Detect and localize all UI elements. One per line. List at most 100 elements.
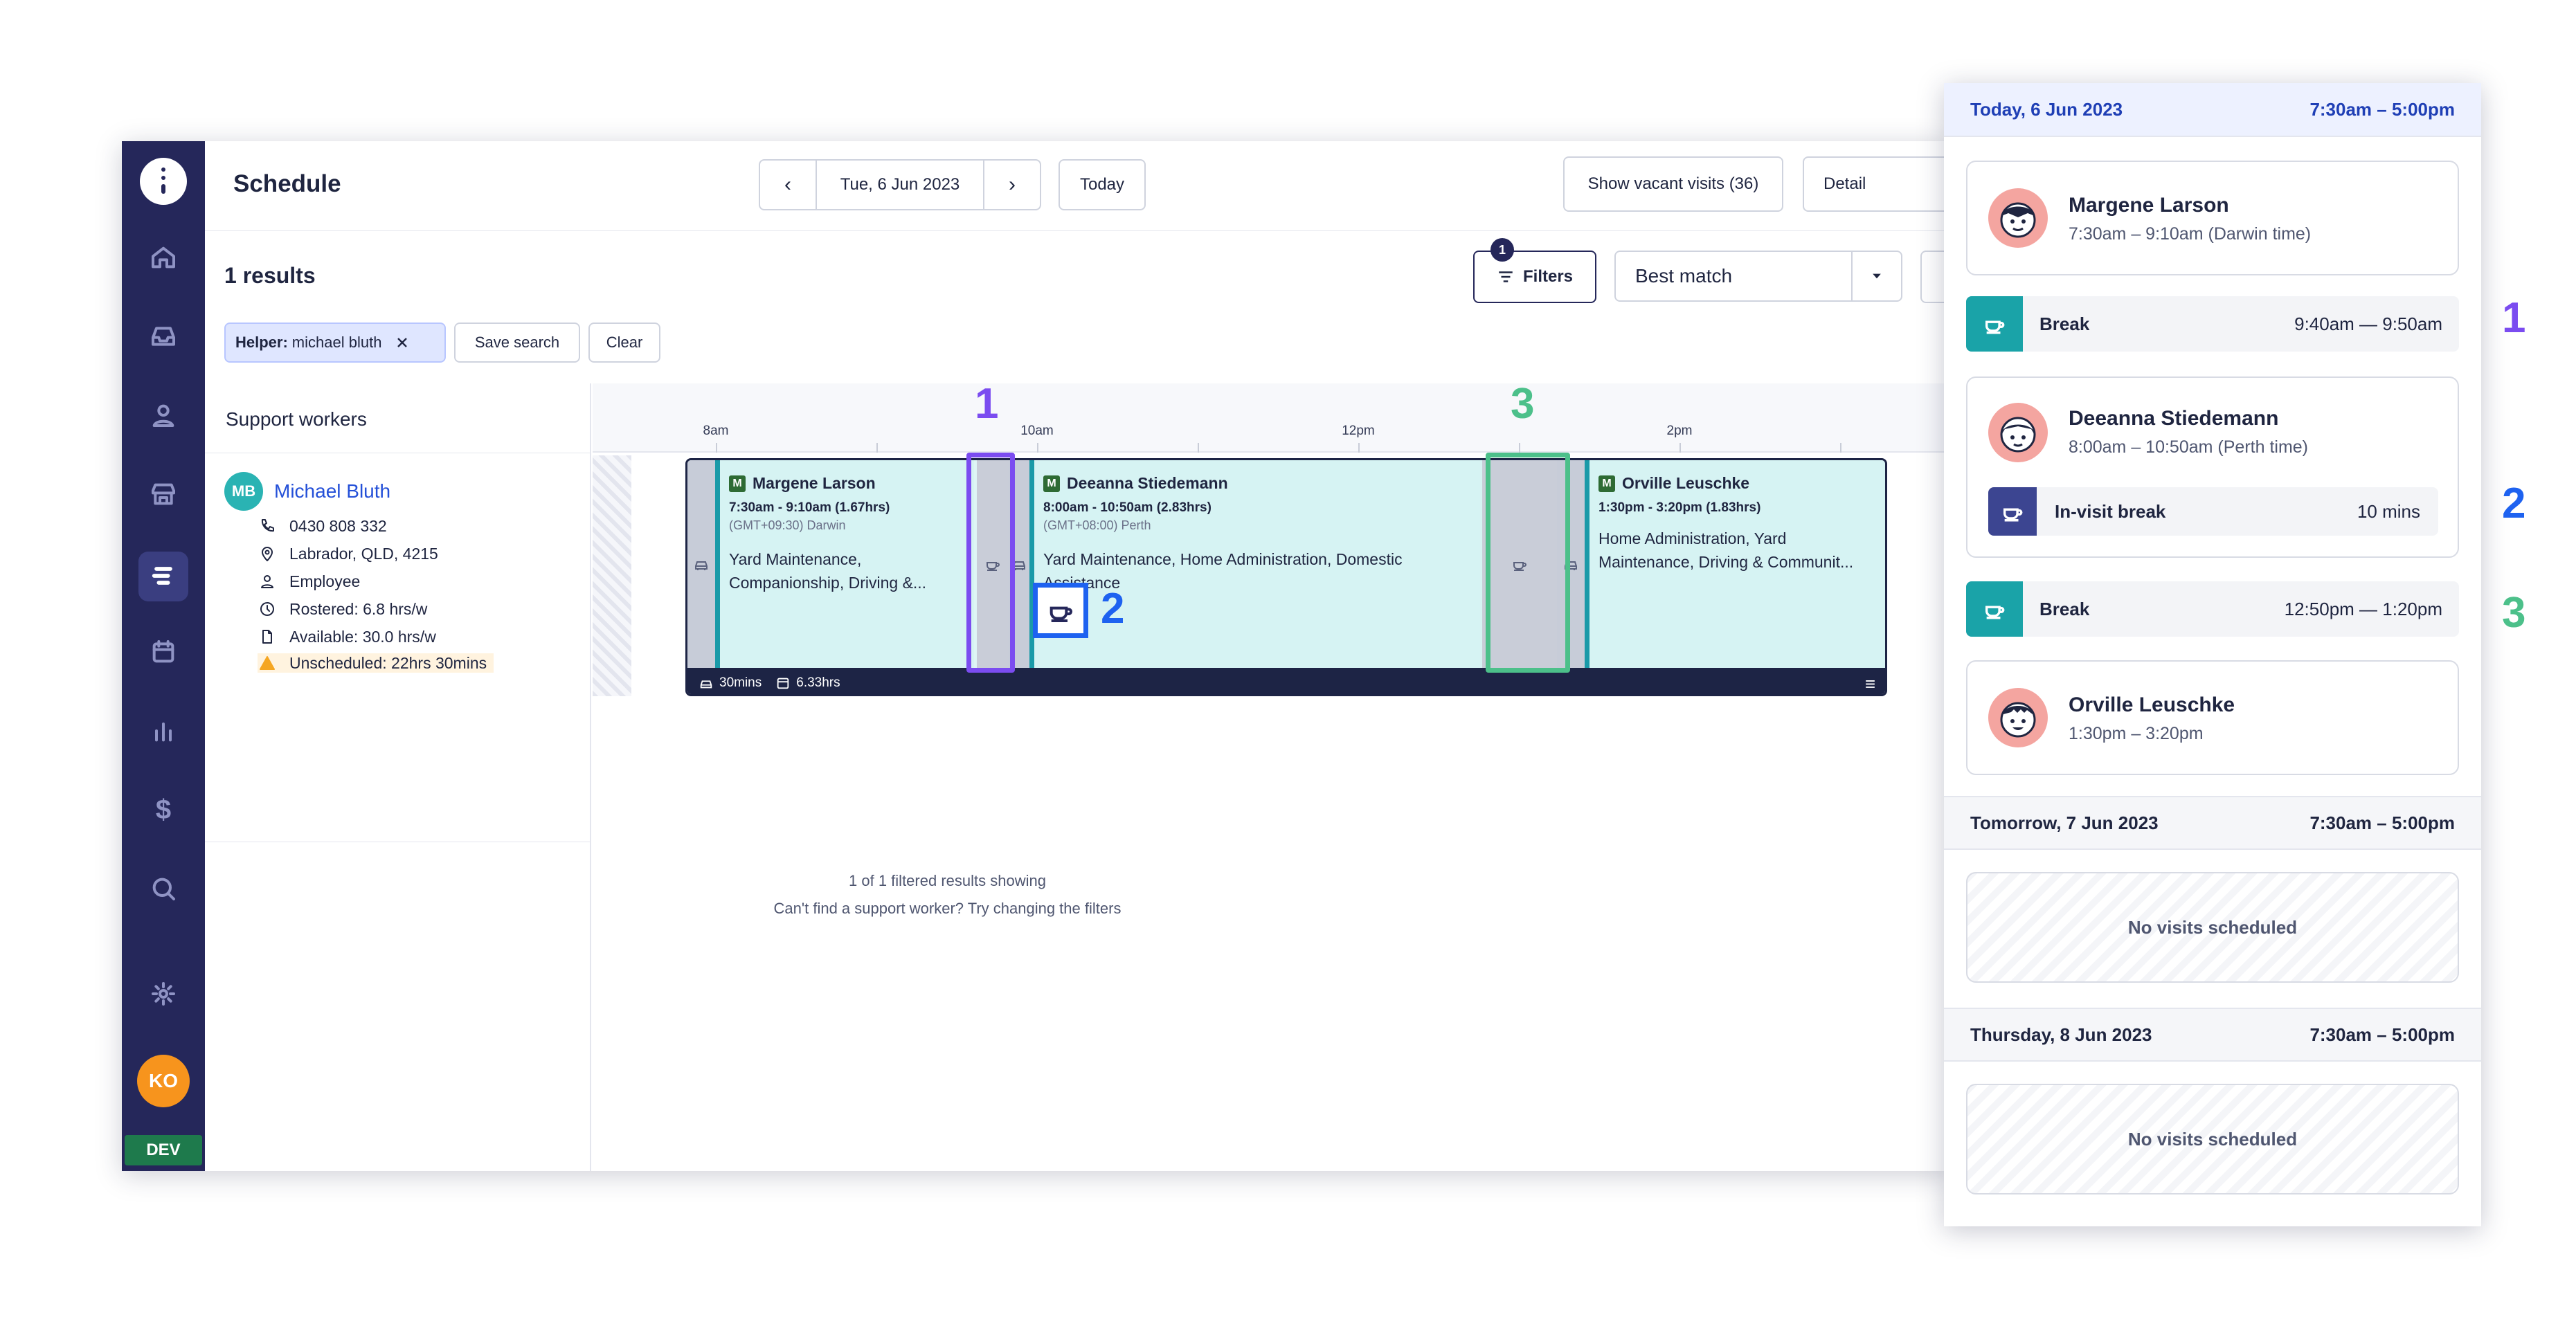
page-title: Schedule <box>233 170 341 197</box>
warning-icon <box>258 653 277 673</box>
break-label: Break <box>2039 598 2090 619</box>
visit-badge: M <box>1043 475 1060 492</box>
visit-card[interactable]: M Orville Leuschke 1:30pm - 3:20pm (1.83h… <box>1585 460 1885 668</box>
annotation-highlight-1 <box>966 453 1015 673</box>
worker-name-link[interactable]: Michael Bluth <box>274 480 390 502</box>
day-label: Today, 6 Jun 2023 <box>1970 98 2123 120</box>
save-search-button[interactable]: Save search <box>454 323 580 363</box>
close-icon[interactable] <box>394 334 411 351</box>
chart-icon[interactable] <box>148 716 179 746</box>
tick <box>1840 443 1841 453</box>
break-row[interactable]: Break 12:50pm — 1:20pm <box>1966 581 2459 637</box>
store-icon[interactable] <box>148 479 179 509</box>
visit-services: Yard Maintenance, Home Administration, D… <box>1043 550 1403 592</box>
support-workers-title: Support workers <box>226 408 367 430</box>
schedule-icon[interactable] <box>148 561 179 591</box>
prev-day-button[interactable]: ‹ <box>760 161 816 209</box>
break-time: 12:50pm — 1:20pm <box>2284 598 2442 619</box>
unavailable-gutter <box>593 455 631 696</box>
menu-icon[interactable]: ≡ <box>1865 673 1875 694</box>
visit-time: 8:00am – 10:50am (Perth time) <box>2069 437 2308 457</box>
inbox-icon[interactable] <box>148 321 179 352</box>
gear-icon[interactable] <box>148 979 179 1009</box>
break-row[interactable]: Break 9:40am — 9:50am <box>1966 296 2459 352</box>
phone-icon <box>258 516 277 536</box>
in-visit-break-marker[interactable] <box>1033 583 1088 638</box>
day-schedule-panel: Today, 6 Jun 2023 7:30am – 5:00pm Margen… <box>1944 83 2481 1226</box>
visit-time: 7:30am - 9:10am (1.67hrs) <box>729 500 890 515</box>
filters-button[interactable]: Filters <box>1473 251 1596 303</box>
search-icon[interactable] <box>148 873 179 904</box>
filter-icon <box>1499 271 1513 282</box>
sort-select[interactable]: Best match <box>1614 251 1902 302</box>
in-visit-break-row[interactable]: In-visit break 10 mins <box>1988 487 2438 536</box>
coffee-cup-icon <box>1966 581 2023 637</box>
filters-count-badge: 1 <box>1490 238 1514 262</box>
tick <box>1358 443 1360 453</box>
visit-time: 8:00am - 10:50am (2.83hrs) <box>1043 500 1212 515</box>
tick <box>1198 443 1199 453</box>
tick-label: 8am <box>703 424 729 438</box>
break-label: Break <box>2039 313 2090 334</box>
annotation-number: 3 <box>2502 589 2526 637</box>
visit-card[interactable]: M Deeanna Stiedemann 8:00am - 10:50am (2.… <box>1029 460 1482 668</box>
schedule-timeline: 8am 10am 12pm 2pm M Margene Larson 7:30am… <box>593 383 1949 1171</box>
thursday-header: Thursday, 8 Jun 2023 7:30am – 5:00pm <box>1944 1008 2481 1062</box>
visit-time: 1:30pm – 3:20pm <box>2069 724 2204 743</box>
calendar-icon[interactable] <box>148 637 179 667</box>
brand-logo[interactable] <box>140 158 187 205</box>
client-avatar <box>1988 688 2048 747</box>
tick-label: 2pm <box>1666 424 1693 438</box>
clear-button[interactable]: Clear <box>588 323 660 363</box>
no-visits-placeholder: No visits scheduled <box>1966 872 2459 983</box>
visit-services: Yard Maintenance, Companionship, Driving … <box>729 550 927 592</box>
sidebar: $ KO DEV <box>122 141 205 1171</box>
visit-client-name: Orville Leuschke <box>2069 693 2235 716</box>
worker-location: Labrador, QLD, 4215 <box>258 544 438 563</box>
current-date[interactable]: Tue, 6 Jun 2023 <box>816 161 984 209</box>
tomorrow-header: Tomorrow, 7 Jun 2023 7:30am – 5:00pm <box>1944 796 2481 850</box>
annotation-number: 2 <box>2502 480 2526 527</box>
show-vacant-visits-button[interactable]: Show vacant visits (36) <box>1563 156 1783 212</box>
worker-role: Employee <box>258 572 360 591</box>
calendar-icon <box>777 678 789 689</box>
chip-key: Helper: <box>235 334 288 351</box>
coffee-cup-icon <box>1988 487 2037 536</box>
client-avatar <box>1988 188 2048 248</box>
date-navigator: ‹ Tue, 6 Jun 2023 › <box>759 159 1041 210</box>
view-mode-select[interactable]: Detail <box>1803 156 1949 212</box>
location-pin-icon <box>258 544 277 563</box>
client-face-icon <box>2000 202 2036 238</box>
visit-badge: M <box>729 475 746 492</box>
visit-card[interactable]: Orville Leuschke 1:30pm – 3:20pm <box>1966 660 2459 775</box>
visit-card[interactable]: Margene Larson 7:30am – 9:10am (Darwin t… <box>1966 161 2459 275</box>
home-icon[interactable] <box>148 242 179 273</box>
client-avatar <box>1988 403 2048 462</box>
tick <box>876 443 878 453</box>
results-count: 1 results <box>224 263 316 288</box>
today-button[interactable]: Today <box>1059 159 1146 210</box>
car-icon <box>695 561 708 570</box>
travel-block[interactable] <box>687 460 715 668</box>
visit-card[interactable]: M Margene Larson 7:30am - 9:10am (1.67hrs… <box>715 460 974 668</box>
chevron-down-icon[interactable] <box>1851 252 1901 300</box>
visit-card[interactable]: Deeanna Stiedemann 8:00am – 10:50am (Per… <box>1966 376 2459 558</box>
change-filters-hint: Can't find a support worker? Try changin… <box>773 900 1122 917</box>
dollar-icon[interactable]: $ <box>148 794 179 825</box>
tick <box>1679 443 1681 453</box>
visit-client-name: M Deeanna Stiedemann <box>1043 474 1228 493</box>
worker-avatar: MB <box>224 472 263 511</box>
row-summary-bar: 30mins 6.33hrs ≡ <box>687 668 1885 694</box>
user-icon <box>258 572 277 591</box>
visit-client-name: M Margene Larson <box>729 474 876 493</box>
coffee-cup-icon <box>1966 296 2023 352</box>
next-day-button[interactable]: › <box>984 161 1040 209</box>
visit-client-name: Margene Larson <box>2069 194 2229 217</box>
annotation-number: 3 <box>1511 380 1535 428</box>
app-window: $ KO DEV Schedule ‹ Tue, 6 Jun 2023 › To… <box>122 141 1949 1171</box>
tick <box>1519 443 1520 453</box>
day-hours: 7:30am – 5:00pm <box>2309 812 2455 833</box>
user-avatar[interactable]: KO <box>137 1055 190 1107</box>
user-icon[interactable] <box>148 400 179 430</box>
filters-label: Filters <box>1522 267 1574 286</box>
